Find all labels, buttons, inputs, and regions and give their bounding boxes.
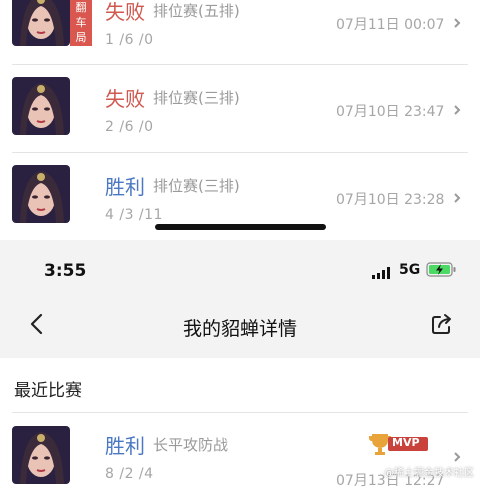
match-kda: 4 /3 /11	[105, 207, 163, 223]
hero-avatar	[12, 0, 70, 46]
match-row[interactable]: 失败 排位赛(三排) 07月10日 23:47 2 /6 /0	[0, 77, 480, 153]
chevron-right-icon	[454, 452, 461, 462]
match-time: 07月10日 23:28	[336, 192, 445, 208]
match-time: 07月10日 23:47	[336, 104, 445, 120]
page-title: 我的貂蝉详情	[182, 318, 297, 340]
battery-icon	[426, 262, 458, 278]
match-result: 胜利	[105, 175, 145, 199]
chevron-right-icon	[454, 18, 461, 28]
match-mode: 排位赛(三排)	[153, 89, 240, 107]
share-button[interactable]	[430, 312, 454, 336]
hero-avatar	[12, 77, 70, 135]
match-kda: 2 /6 /0	[105, 119, 154, 135]
match-result: 失败	[105, 0, 145, 24]
signal-icon	[372, 264, 392, 279]
mvp-label: MVP	[392, 436, 420, 449]
flip-badge: 翻车局	[70, 0, 92, 46]
home-indicator	[155, 224, 326, 230]
divider	[12, 64, 468, 65]
section-title: 最近比赛	[14, 381, 82, 401]
hero-avatar	[12, 426, 70, 484]
status-time: 3:55	[44, 261, 87, 281]
network-label: 5G	[399, 262, 421, 278]
match-result: 胜利	[105, 434, 145, 458]
divider	[12, 412, 468, 413]
watermark: @稀土掘金技术社区	[384, 468, 474, 479]
mvp-badge: MVP	[368, 432, 430, 456]
match-kda: 1 /6 /0	[105, 32, 154, 48]
share-icon	[432, 314, 451, 334]
match-mode: 排位赛(三排)	[153, 177, 240, 195]
content-area: 最近比赛 胜利 长平攻防战 MVP 8 /2 /4 07月13日 12:27	[0, 358, 480, 489]
divider	[12, 152, 468, 153]
match-row[interactable]: 翻车局 失败 排位赛(五排) 07月11日 00:07 1 /6 /0	[0, 0, 480, 64]
hero-avatar	[12, 165, 70, 223]
match-mode: 长平攻防战	[153, 436, 229, 454]
match-time: 07月11日 00:07	[336, 17, 445, 33]
match-result: 失败	[105, 87, 145, 111]
match-mode: 排位赛(五排)	[153, 2, 240, 20]
detail-page: 3:55 5G 我的貂蝉详情 最近比赛 胜利 长平攻防战 MVP 8 /2 /4	[0, 240, 480, 489]
chevron-right-icon	[454, 193, 461, 203]
chevron-right-icon	[454, 105, 461, 115]
match-list-top: 翻车局 失败 排位赛(五排) 07月11日 00:07 1 /6 /0 失败 排…	[0, 0, 480, 240]
